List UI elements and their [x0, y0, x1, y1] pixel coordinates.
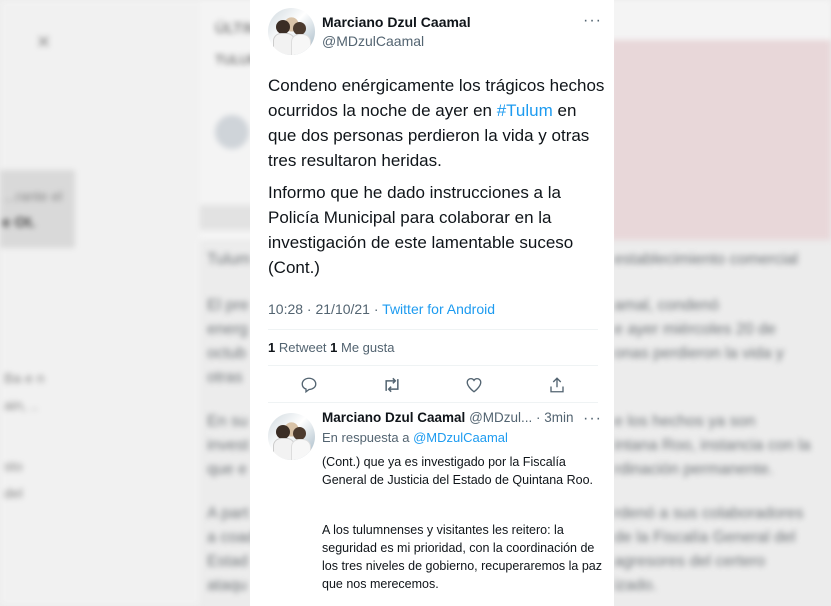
tweet-text-paragraph-2: Informo que he dado instrucciones a la P… — [268, 183, 574, 277]
tweet-actions — [250, 370, 614, 400]
side-text: ain, .. — [4, 397, 39, 413]
tweet-source-link[interactable]: Twitter for Android — [382, 301, 495, 317]
divider — [268, 365, 598, 366]
article-text: agresores del certero — [614, 553, 766, 570]
article-text: ataqu — [207, 577, 248, 594]
embedded-tweet: Marciano Dzul Caamal @MDzulCaamal ··· Co… — [250, 0, 614, 606]
tweet-stats: 1 Retweet 1 Me gusta — [268, 340, 394, 355]
tweet-text-paragraph-1: Condeno enérgicamente los trágicos hecho… — [268, 73, 608, 173]
tweet-meta: 10:28 · 21/10/21 · Twitter for Android — [268, 301, 495, 317]
side-card[interactable]: e Ot. — [0, 170, 75, 248]
like-icon[interactable] — [459, 370, 489, 400]
side-text: Ba e n — [4, 370, 45, 386]
reply-author-name[interactable]: Marciano Dzul Caamal — [322, 410, 465, 425]
header-image — [610, 40, 831, 240]
follow-button-bg — [200, 205, 255, 230]
article-text: que e — [207, 461, 248, 478]
divider — [268, 402, 598, 403]
article-text: e ayer miércoles 20 de — [614, 321, 776, 338]
retweet-label[interactable]: Retweet — [275, 340, 330, 355]
in-reply-handle-link[interactable]: @MDzulCaamal — [413, 430, 508, 445]
hashtag-link[interactable]: #Tulum — [497, 101, 553, 120]
side-card-label: e Ot. — [2, 214, 36, 231]
article-text: izado. — [614, 577, 657, 594]
article-text: rdenó a sus colaboradores — [614, 505, 804, 522]
reply-author-avatar[interactable] — [268, 413, 315, 460]
in-reply-label: En respuesta a — [322, 430, 414, 445]
author-name[interactable]: Marciano Dzul Caamal — [322, 14, 471, 30]
article-text: En su — [207, 413, 248, 430]
side-text: del — [4, 485, 23, 501]
side-text: ...rante el — [4, 188, 63, 204]
reply-icon[interactable] — [294, 370, 324, 400]
tweet-timestamp[interactable]: 10:28 · 21/10/21 · — [268, 301, 382, 317]
author-avatar-bg — [215, 115, 249, 149]
author-handle[interactable]: @MDzulCaamal — [322, 33, 424, 49]
left-panel — [0, 0, 200, 606]
retweet-icon[interactable] — [377, 370, 407, 400]
article-text: Estad — [207, 553, 248, 570]
more-options-icon[interactable]: ··· — [583, 12, 602, 30]
article-text: otras — [207, 369, 243, 386]
reply-header: Marciano Dzul Caamal @MDzul... · 3min — [322, 410, 574, 425]
close-icon[interactable]: ✕ — [36, 32, 51, 53]
article-text: Tulum — [207, 251, 251, 268]
article-text: El pre — [207, 297, 249, 314]
reply-more-options-icon[interactable]: ··· — [583, 410, 602, 428]
article-text: establecimiento comercial — [614, 251, 799, 268]
article-text: rdinación permanente. — [614, 461, 774, 478]
reply-text-paragraph-2: A los tulumnenses y visitantes les reite… — [322, 523, 603, 591]
article-text: e los hechos ya son — [614, 413, 756, 430]
author-avatar[interactable] — [268, 8, 315, 55]
article-text: octub — [207, 345, 247, 362]
reply-author-handle[interactable]: @MDzul... — [469, 410, 532, 425]
in-reply-to: En respuesta a @MDzulCaamal — [322, 430, 508, 445]
article-text: amal, condenó — [614, 297, 719, 314]
reply-text-paragraph-1: (Cont.) que ya es investigado por la Fis… — [322, 455, 594, 487]
like-label[interactable]: Me gusta — [337, 340, 394, 355]
article-text: A part — [207, 505, 249, 522]
reply-time[interactable]: · 3min — [532, 410, 574, 425]
side-text: sto — [4, 458, 23, 474]
article-text: de la Fiscalía General del — [614, 529, 796, 546]
article-text: invest — [207, 437, 249, 454]
article-text: intana Roo, instancia con la — [614, 437, 811, 454]
article-text: energ — [207, 321, 248, 338]
article-text: onas perdieron la vida y — [614, 345, 784, 362]
article-text: a coad — [207, 529, 256, 546]
divider — [268, 329, 598, 330]
share-icon[interactable] — [542, 370, 572, 400]
